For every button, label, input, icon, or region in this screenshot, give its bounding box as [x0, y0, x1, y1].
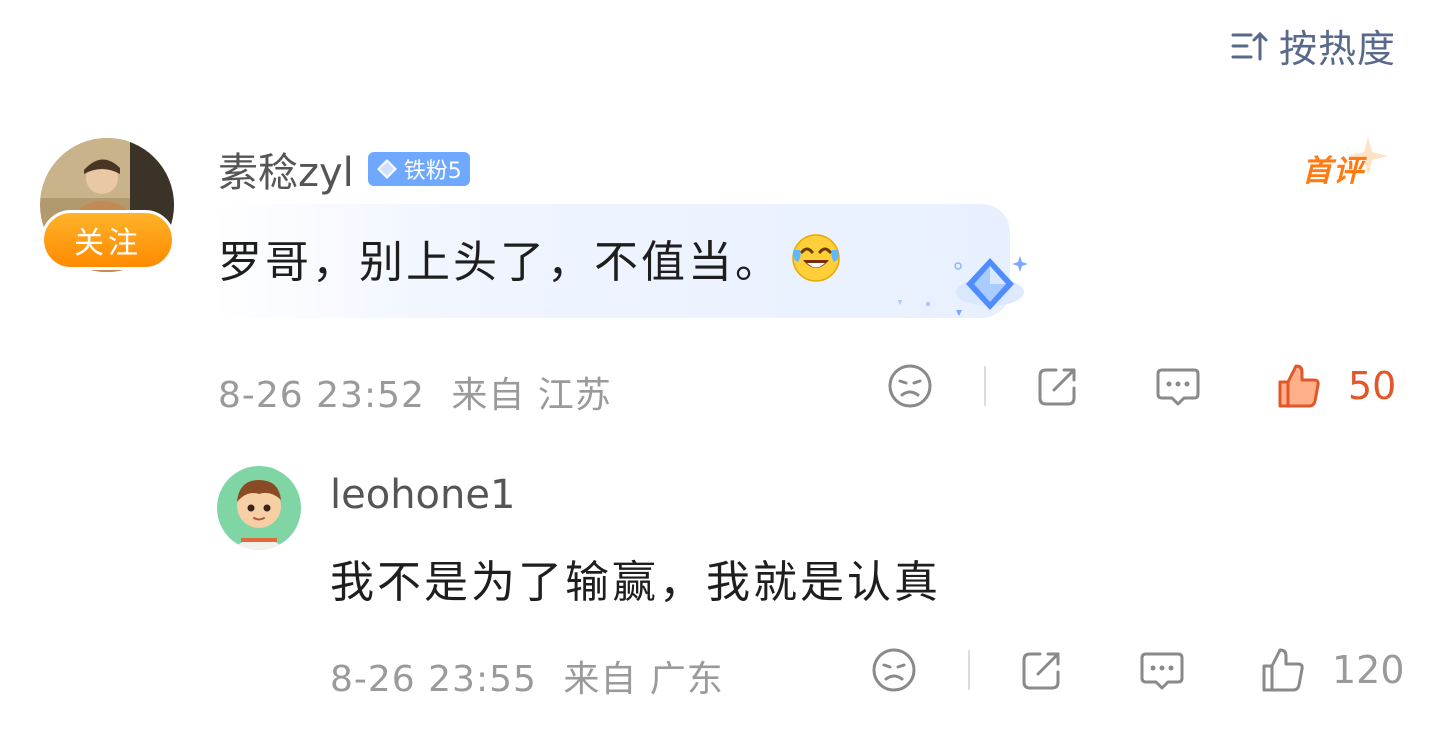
share-icon[interactable]	[1034, 362, 1082, 410]
reply-comment-icon[interactable]	[1138, 646, 1186, 694]
fan-badge-label: 铁粉5	[403, 159, 462, 184]
sort-label: 按热度	[1278, 27, 1396, 71]
sort-icon	[1231, 31, 1268, 60]
comment-body: 罗哥，别上头了，不值当。	[218, 237, 782, 288]
username[interactable]: 素稔zyl	[218, 140, 354, 198]
follow-button[interactable]: 关注	[41, 210, 175, 270]
reply-actions: 120	[870, 646, 1405, 694]
sort-button[interactable]: 按热度	[1229, 18, 1396, 73]
comment-header: 素稔zyl 铁粉5	[218, 140, 470, 198]
comment-text: 罗哥，别上头了，不值当。	[218, 226, 842, 290]
diamond-icon	[376, 159, 397, 179]
like-count: 120	[1332, 648, 1405, 692]
dislike-face-icon[interactable]	[870, 646, 918, 694]
like-count: 50	[1348, 364, 1397, 408]
comment-meta: 8-26 23:52 来自 江苏	[218, 366, 612, 418]
divider	[984, 366, 986, 406]
first-comment-label: 首评	[1302, 154, 1364, 189]
comment-actions: 50	[886, 362, 1396, 410]
comment-time: 8-26 23:52	[218, 375, 425, 416]
reply-avatar[interactable]	[217, 466, 301, 550]
fan-badge[interactable]: 铁粉5	[367, 152, 470, 186]
comment-location: 来自 江苏	[451, 375, 612, 416]
share-icon[interactable]	[1018, 646, 1066, 694]
divider	[968, 650, 970, 690]
reply-text: 我不是为了输赢，我就是认真	[330, 557, 941, 608]
laughing-crying-emoji-icon	[792, 234, 840, 282]
like-icon[interactable]	[1258, 646, 1306, 694]
dislike-face-icon[interactable]	[886, 362, 934, 410]
reply-username[interactable]: leohone1	[330, 472, 515, 518]
reply-comment-icon[interactable]	[1154, 362, 1202, 410]
reply-meta: 8-26 23:55 来自 广东	[330, 650, 724, 702]
reply-time: 8-26 23:55	[330, 659, 537, 700]
like-icon-active[interactable]	[1274, 362, 1322, 410]
first-comment-badge: 首评	[1298, 134, 1390, 194]
diamond-decoration-icon	[898, 256, 1028, 316]
reply-location: 来自 广东	[563, 659, 724, 700]
